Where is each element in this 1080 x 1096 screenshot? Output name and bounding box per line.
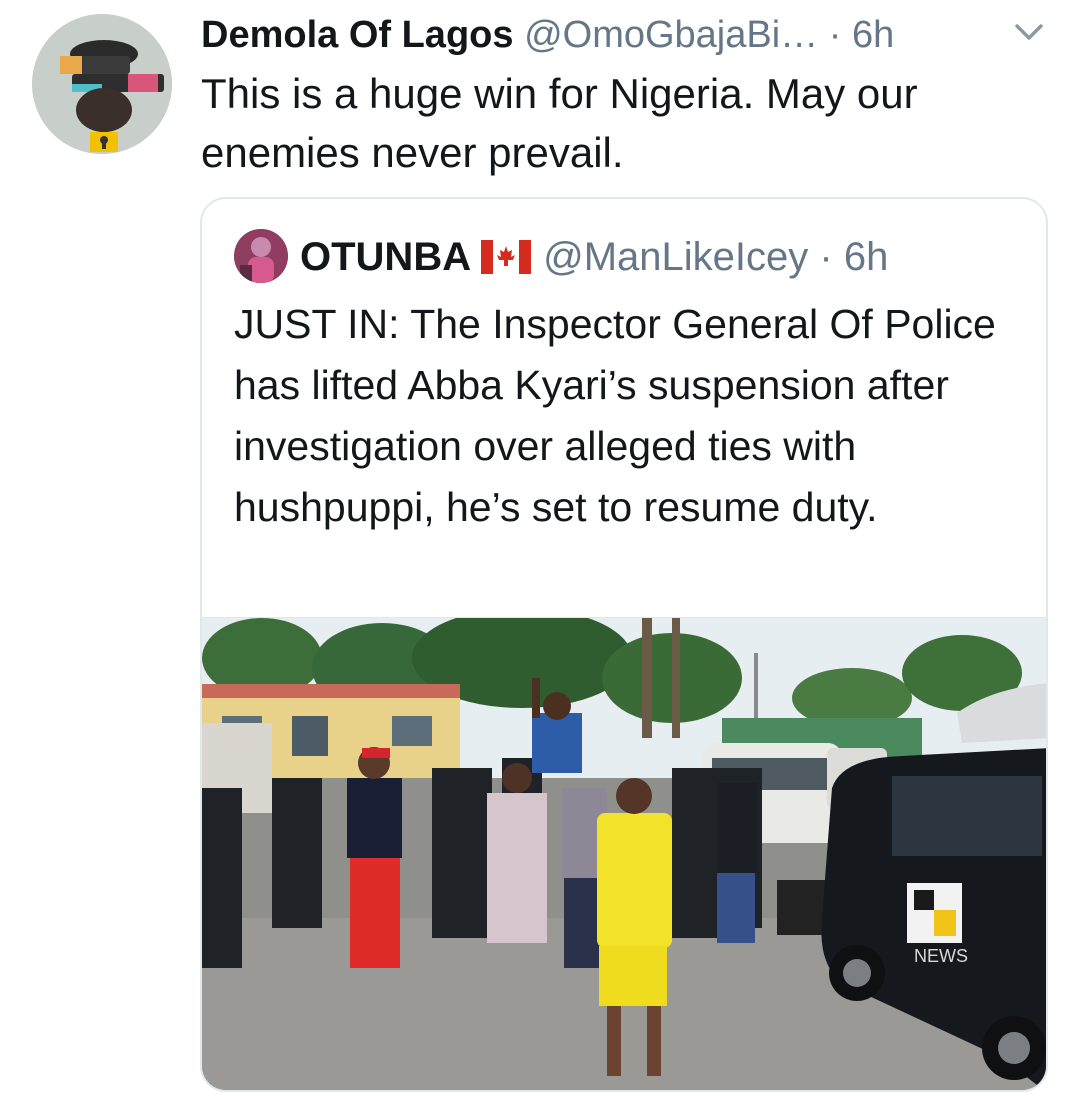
tweet-text: This is a huge win for Nigeria. May our … xyxy=(201,70,918,176)
quoted-tweet-photo[interactable]: NEWS TVC xyxy=(202,617,1046,1090)
separator-dot: · xyxy=(828,14,842,56)
quoted-author-avatar[interactable] xyxy=(234,229,288,283)
quoted-author-handle[interactable]: @ManLikeIcey xyxy=(543,235,808,279)
author-name[interactable]: Demola Of Lagos xyxy=(201,14,514,56)
quoted-tweet[interactable]: OTUNBA @ManLikeIcey · 6h JUST IN: The In… xyxy=(200,197,1048,1092)
quoted-tweet-time[interactable]: 6h xyxy=(844,235,889,279)
van-news-text: NEWS xyxy=(914,946,968,966)
van-logo-text: TVC xyxy=(911,907,913,909)
tweet-header: Demola Of Lagos @OmoGbajaBi… · 6h xyxy=(201,12,1061,58)
canada-flag-icon xyxy=(481,240,532,274)
author-avatar[interactable] xyxy=(32,14,172,154)
tweet-time[interactable]: 6h xyxy=(852,14,894,56)
author-handle[interactable]: @OmoGbajaBi… xyxy=(524,14,818,56)
quoted-tweet-text: JUST IN: The Inspector General Of Police… xyxy=(234,301,996,530)
quoted-tweet-header: OTUNBA @ManLikeIcey · 6h xyxy=(300,233,888,281)
quoted-author-name[interactable]: OTUNBA xyxy=(300,235,471,279)
chevron-down-icon[interactable] xyxy=(1012,20,1046,46)
quoted-separator-dot: · xyxy=(819,235,833,279)
